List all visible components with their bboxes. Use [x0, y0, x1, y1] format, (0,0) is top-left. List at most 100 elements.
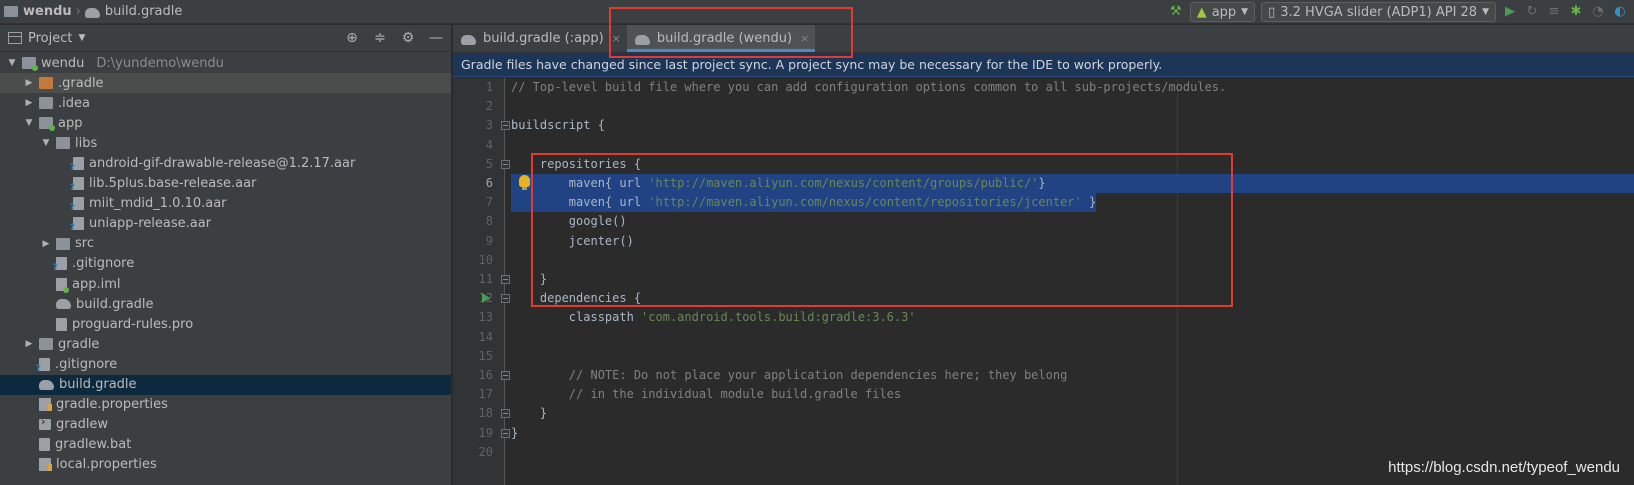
tree-item[interactable]: .gitignore — [0, 254, 451, 274]
module-icon — [22, 57, 38, 72]
chevron-right-icon[interactable]: ▶ — [40, 239, 52, 249]
tree-item[interactable]: .gitignore — [0, 354, 451, 374]
tree-item[interactable]: app.iml — [0, 274, 451, 294]
run-config-selector[interactable]: ▲ app ▼ — [1189, 2, 1256, 22]
tree-item[interactable]: gradlew — [0, 415, 451, 435]
tree-item[interactable]: ▶ .gradle — [0, 73, 451, 94]
tree-item[interactable]: build.gradle — [0, 294, 451, 314]
code-line[interactable]: 4 — [453, 136, 1634, 155]
tree-item-label: build.gradle — [59, 377, 137, 393]
code-line[interactable]: 18 } — [453, 404, 1634, 423]
code-line[interactable]: 8 google() — [453, 212, 1634, 231]
tree-item[interactable]: build.gradle — [0, 374, 451, 395]
device-selector[interactable]: ▯ 3.2 HVGA slider (ADP1) API 28 ▼ — [1261, 2, 1496, 22]
line-number: 17 — [478, 387, 493, 402]
profile-icon[interactable]: ◔ — [1590, 4, 1606, 20]
chevron-right-icon[interactable]: ▶ — [23, 98, 35, 108]
chevron-down-icon[interactable]: ▼ — [40, 138, 52, 148]
main-toolbar: ⚒ ▲ app ▼ ▯ 3.2 HVGA slider (ADP1) API 2… — [1168, 0, 1634, 24]
code-text: maven{ url 'http://maven.aliyun.com/nexu… — [511, 193, 1097, 213]
code-line[interactable]: 1 // Top-level build file where you can a… — [453, 78, 1634, 97]
code-line[interactable]: 14 — [453, 328, 1634, 347]
close-icon[interactable]: × — [612, 32, 621, 45]
tree-item-label: app.iml — [72, 276, 121, 292]
fold-marker-icon[interactable] — [501, 121, 510, 131]
breadcrumb-project[interactable]: wendu — [23, 4, 72, 19]
code-line[interactable]: 5 repositories { — [453, 155, 1634, 174]
tree-item[interactable]: ▼ libs — [0, 133, 451, 153]
chevron-down-icon[interactable]: ▼ — [23, 118, 35, 128]
tree-item[interactable]: gradlew.bat — [0, 435, 451, 455]
fold-marker-icon[interactable] — [501, 275, 510, 284]
tree-item-label: build.gradle — [76, 296, 154, 312]
code-line[interactable]: 16 // NOTE: Do not place your applicatio… — [453, 366, 1634, 385]
tree-item[interactable]: gradle.properties — [0, 395, 451, 415]
line-number: 5 — [485, 156, 493, 171]
fold-marker-icon[interactable] — [501, 294, 510, 304]
fold-marker-icon[interactable] — [501, 371, 510, 380]
collapse-all-icon[interactable]: ≑ — [371, 29, 389, 47]
code-line[interactable]: 6 maven{ url 'http://maven.aliyun.com/ne… — [453, 174, 1634, 194]
minimize-icon[interactable]: — — [427, 29, 445, 47]
code-line[interactable]: 11 } — [453, 270, 1634, 289]
chevron-right-icon[interactable]: ▶ — [23, 78, 35, 88]
tree-item[interactable]: android-gif-drawable-release@1.2.17.aar — [0, 153, 451, 173]
code-line[interactable]: 2 — [453, 97, 1634, 116]
file-q-icon — [36, 357, 50, 374]
code-line[interactable]: 3 buildscript { — [453, 116, 1634, 135]
chevron-down-icon[interactable]: ▼ — [78, 33, 85, 43]
code-editor[interactable]: 1 // Top-level build file where you can a… — [453, 78, 1634, 485]
tree-item[interactable]: local.properties — [0, 455, 451, 475]
tree-item[interactable]: uniapp-release.aar — [0, 214, 451, 234]
run-icon[interactable]: ▶ — [1502, 4, 1518, 20]
file-q-icon — [70, 217, 84, 233]
project-tree: ▼ wendu D:\yundemo\wendu ▶ .gradle ▶ .idea ▼ app… — [0, 52, 451, 475]
apply-changes-icon[interactable]: ≡ — [1546, 4, 1562, 20]
line-number: 4 — [485, 137, 493, 152]
file-q-icon — [70, 197, 84, 213]
editor-tab[interactable]: build.gradle (wendu) × — [626, 25, 816, 52]
locate-icon[interactable]: ⊕ — [343, 29, 361, 47]
run-gutter-icon[interactable] — [482, 293, 490, 304]
tree-item[interactable]: miit_mdid_1.0.10.aar — [0, 194, 451, 214]
breadcrumb-file[interactable]: build.gradle — [105, 4, 183, 19]
code-text: buildscript { — [511, 116, 605, 135]
chevron-right-icon: › — [75, 4, 81, 19]
lightbulb-icon[interactable] — [519, 175, 530, 190]
tree-item[interactable]: ▼ app — [0, 113, 451, 133]
attach-debugger-icon[interactable]: ◐ — [1612, 4, 1628, 20]
tree-item-label: .gradle — [58, 75, 104, 91]
tree-item-label: lib.5plus.base-release.aar — [89, 176, 257, 192]
debug-icon[interactable]: ✱ — [1568, 4, 1584, 20]
gear-icon[interactable]: ⚙ — [399, 29, 417, 47]
code-line[interactable]: 13 classpath 'com.android.tools.build:gr… — [453, 308, 1634, 327]
code-line[interactable]: 12 dependencies { — [453, 289, 1634, 308]
tree-item-label: android-gif-drawable-release@1.2.17.aar — [89, 156, 356, 172]
chevron-right-icon[interactable]: ▶ — [23, 339, 35, 349]
chevron-down-icon[interactable]: ▼ — [6, 58, 18, 68]
fold-marker-icon[interactable] — [501, 428, 510, 438]
close-icon[interactable]: × — [800, 32, 809, 45]
tree-item[interactable]: ▶ .idea — [0, 93, 451, 113]
tree-item[interactable]: lib.5plus.base-release.aar — [0, 174, 451, 194]
tree-item[interactable]: proguard-rules.pro — [0, 314, 451, 334]
code-token: } — [511, 425, 519, 440]
rerun-icon[interactable]: ↻ — [1524, 4, 1540, 20]
fold-marker-icon[interactable] — [501, 409, 510, 419]
code-line[interactable]: 17 // in the individual module build.gra… — [453, 385, 1634, 404]
code-text: maven{ url 'http://maven.aliyun.com/nexu… — [511, 174, 1046, 194]
code-line[interactable]: 7 maven{ url 'http://maven.aliyun.com/ne… — [453, 193, 1634, 213]
code-line[interactable]: 10 — [453, 251, 1634, 270]
device-icon: ▯ — [1268, 4, 1276, 20]
tree-item[interactable]: ▶ src — [0, 234, 451, 254]
folder-icon — [56, 237, 70, 250]
code-line[interactable]: 15 — [453, 347, 1634, 366]
hammer-icon[interactable]: ⚒ — [1168, 4, 1184, 20]
editor-tab[interactable]: build.gradle (:app) × — [453, 25, 627, 52]
project-view-title[interactable]: Project — [28, 31, 72, 46]
tree-item[interactable]: ▶ gradle — [0, 334, 451, 354]
tree-item[interactable]: ▼ wendu D:\yundemo\wendu — [0, 53, 451, 73]
fold-marker-icon[interactable] — [501, 159, 510, 169]
code-line[interactable]: 19} — [453, 424, 1634, 443]
code-line[interactable]: 9 jcenter() — [453, 232, 1634, 251]
